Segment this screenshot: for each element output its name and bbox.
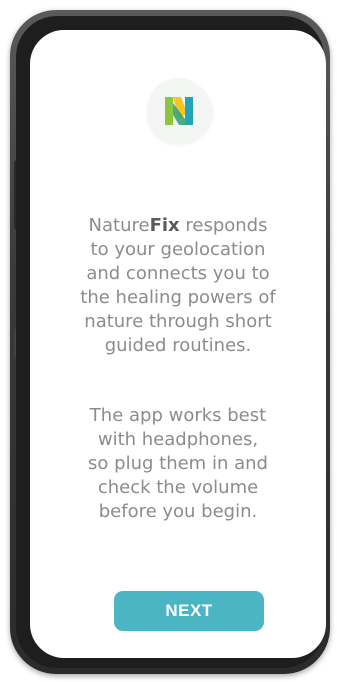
intro-line-2: to your geolocation xyxy=(90,239,266,260)
next-button[interactable]: NEXT xyxy=(114,591,264,631)
tip-line-3: so plug them in and xyxy=(88,453,268,474)
onboarding-screen: NatureFix responds to your geolocation a… xyxy=(30,30,326,658)
tip-line-4: check the volume xyxy=(97,477,259,498)
intro-line-5: nature through short xyxy=(84,311,272,332)
intro-line-4: the healing powers of xyxy=(80,287,276,308)
intro-line-1: NatureFix responds xyxy=(30,214,326,238)
tip-line-2: with headphones, xyxy=(97,429,259,450)
naturefix-n-logo-icon xyxy=(165,97,193,125)
intro-line-1-suffix: responds xyxy=(179,215,268,236)
brand-name-bold: Fix xyxy=(149,215,180,236)
intro-line-3: and connects you to xyxy=(86,263,270,284)
intro-text: NatureFix responds to your geolocation a… xyxy=(30,214,326,358)
headphones-tip-text: The app works best with headphones, so p… xyxy=(30,404,326,524)
brand-name-light: Nature xyxy=(88,215,150,236)
app-logo xyxy=(136,68,222,154)
intro-line-6: guided routines. xyxy=(104,335,252,356)
tip-line-1: The app works best xyxy=(89,405,267,426)
tip-line-5: before you begin. xyxy=(98,501,258,522)
phone-frame: NatureFix responds to your geolocation a… xyxy=(10,10,330,674)
